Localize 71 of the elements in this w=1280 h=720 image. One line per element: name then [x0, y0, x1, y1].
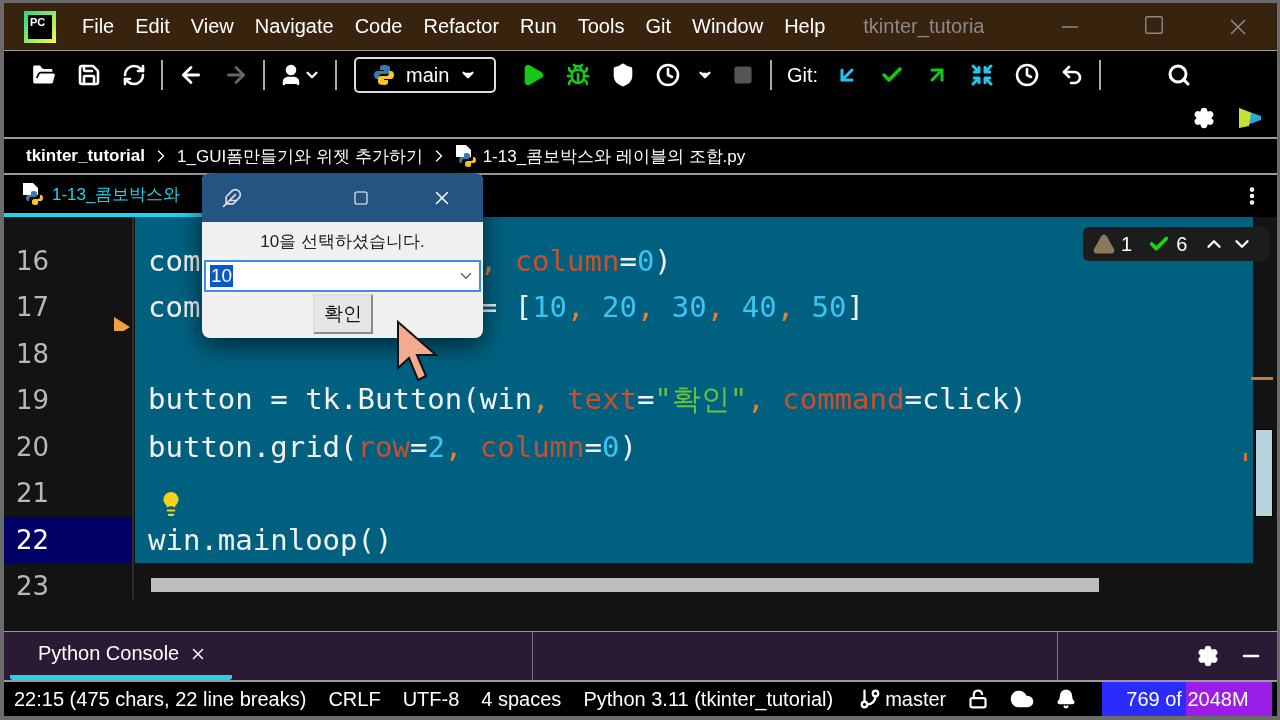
scrollbar-thumb[interactable] [151, 578, 1099, 592]
line-number: 21 [16, 478, 50, 509]
scrollbar-thumb[interactable] [1255, 429, 1273, 517]
feather-icon [222, 187, 242, 208]
bell-icon[interactable] [1056, 689, 1077, 709]
python-file-icon [22, 182, 44, 206]
status-item[interactable]: CRLF [328, 687, 381, 711]
warning-count: 1 [1121, 232, 1133, 256]
branch-icon [859, 688, 882, 710]
status-item[interactable]: 22:15 (475 chars, 22 line breaks) [14, 687, 307, 711]
line-number: 20 [16, 431, 50, 462]
python-file-icon [454, 144, 477, 168]
line-number: 16 [16, 245, 50, 276]
tab-label: 1-13_콤보박스와 [52, 183, 181, 206]
code-text: button.grid(row=2, column=0) [148, 429, 637, 464]
line-number: 19 [16, 385, 50, 416]
maximize-icon[interactable] [353, 189, 369, 206]
warning-icon[interactable] [1093, 233, 1115, 255]
line-number: 22 [16, 524, 50, 555]
code-text: com [148, 243, 201, 278]
menu-item[interactable]: Help [784, 15, 826, 38]
sync-icon[interactable] [121, 63, 146, 87]
code-text: win.mainloop() [148, 522, 393, 557]
save-icon[interactable] [76, 63, 101, 87]
menu-item[interactable]: Window [692, 15, 764, 38]
menu-item[interactable]: Tools [577, 15, 625, 38]
memory-indicator[interactable]: 769 of 2048M [1102, 682, 1273, 716]
status-item[interactable]: Python 3.11 (tkinter_tutorial) [583, 687, 834, 711]
code-text: com [148, 290, 201, 325]
branch-name[interactable]: master [885, 687, 947, 711]
menu-item[interactable]: File [82, 15, 115, 38]
code-text: , column=0) [479, 243, 672, 278]
settings-icon[interactable] [1197, 645, 1219, 667]
confirm-button[interactable]: 확인 [312, 294, 373, 334]
menu-item[interactable]: Refactor [423, 15, 500, 38]
plugin-logo-icon[interactable] [1237, 106, 1263, 130]
line-number: 18 [16, 338, 50, 369]
scroll-marker [1251, 377, 1273, 380]
menu-item[interactable]: Run [520, 15, 557, 38]
git-label: Git: [787, 63, 819, 87]
python-icon [372, 63, 396, 87]
inspection-widget[interactable]: 1 6 [1083, 227, 1269, 261]
code-text: button = tk.Button(win, text="확인", command=click) [148, 381, 1027, 419]
status-item[interactable]: 4 spaces [481, 687, 562, 711]
scroll-marker [1244, 453, 1247, 461]
tab-label: Python Console [38, 642, 180, 665]
history-clock-icon[interactable] [1014, 63, 1039, 87]
dialog-message: 10을 선택하셨습니다. [259, 231, 426, 252]
run-configuration-dropdown[interactable]: main [354, 57, 496, 93]
unlock-icon[interactable] [968, 689, 989, 709]
profiler-clock-icon[interactable] [655, 63, 680, 87]
combobox-field[interactable]: 10 [204, 260, 481, 292]
breadcrumb-item[interactable]: tkinter_tutorial [26, 146, 146, 166]
debug-bug-icon[interactable] [565, 63, 590, 87]
breadcrumb-item[interactable]: 1-13_콤보박스와 레이블의 조합.py [482, 144, 746, 168]
settings-icon[interactable] [1193, 107, 1215, 129]
menu-item[interactable]: Code [354, 15, 403, 38]
typo-count: 6 [1176, 232, 1188, 256]
window-title: tkinter_tutoria [863, 15, 985, 38]
menu-item[interactable]: Git [645, 15, 671, 38]
app-logo: PC [24, 10, 56, 43]
maximize-icon[interactable] [1143, 13, 1165, 36]
menu-item[interactable]: Navigate [254, 15, 334, 38]
menu-item[interactable]: View [190, 15, 234, 38]
status-item[interactable]: UTF-8 [402, 687, 460, 711]
line-number: 23 [16, 571, 50, 599]
breadcrumb-item[interactable]: 1_GUI폼만들기와 위젯 추가하기 [177, 144, 423, 168]
menu-item[interactable]: Edit [135, 15, 170, 38]
line-number: 17 [16, 292, 50, 323]
search-icon[interactable] [1166, 63, 1191, 87]
merge-arrows-icon[interactable] [969, 63, 994, 87]
